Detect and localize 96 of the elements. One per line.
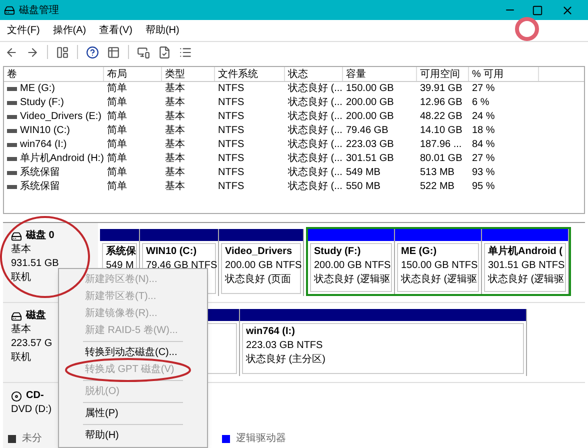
table-cell: 状态良好 (... xyxy=(288,82,342,96)
table-cell: 简单 xyxy=(107,96,127,110)
table-cell: 单片机Android (H:) xyxy=(20,152,104,166)
table-cell: NTFS xyxy=(218,82,244,96)
legend-label: 未分 xyxy=(22,432,42,446)
table-cell: 基本 xyxy=(165,180,185,194)
table-cell: 549 MB xyxy=(346,166,380,180)
window-title: 磁盘管理 xyxy=(19,4,59,18)
table-cell: 513 MB xyxy=(420,166,454,180)
table-cell: 状态良好 (... xyxy=(288,152,342,166)
table-cell: 基本 xyxy=(165,82,185,96)
partition-info: 状态良好 (逻辑驱 xyxy=(488,273,564,286)
table-cell: 简单 xyxy=(107,82,127,96)
partition-info: 状态良好 (逻辑驱 xyxy=(401,273,478,286)
partition-info: 200.00 GB NTFS xyxy=(225,259,302,272)
table-cell: 27 % xyxy=(472,82,495,96)
table-cell: 简单 xyxy=(107,152,127,166)
table-cell: 6 % xyxy=(472,96,490,110)
table-cell: 简单 xyxy=(107,180,127,194)
table-cell: 95 % xyxy=(472,180,495,194)
legend-label: 逻辑驱动器 xyxy=(236,432,286,446)
table-cell: NTFS xyxy=(218,138,244,152)
table-cell: NTFS xyxy=(218,110,244,124)
table-cell: 简单 xyxy=(107,110,127,124)
table-cell: NTFS xyxy=(218,166,244,180)
table-cell: 84 % xyxy=(472,138,495,152)
table-cell: 24 % xyxy=(472,110,495,124)
table-cell: 简单 xyxy=(107,138,127,152)
partition-name: Study (F:) xyxy=(314,245,361,258)
table-cell: 27 % xyxy=(472,152,495,166)
table-cell: 状态良好 (... xyxy=(288,180,342,194)
table-cell: 基本 xyxy=(165,110,185,124)
table-cell: WIN10 (C:) xyxy=(20,124,70,138)
table-cell: 状态良好 (... xyxy=(288,110,342,124)
table-cell: 550 MB xyxy=(346,180,380,194)
table-cell: NTFS xyxy=(218,180,244,194)
table-cell: 基本 xyxy=(165,96,185,110)
table-cell: 187.96 ... xyxy=(420,138,462,152)
partition-name: ME (G:) xyxy=(401,245,437,258)
table-cell: 基本 xyxy=(165,124,185,138)
table-cell: ME (G:) xyxy=(20,82,55,96)
table-cell: 200.00 GB xyxy=(346,96,394,110)
table-cell: 200.00 GB xyxy=(346,110,394,124)
partition-name: WIN10 (C:) xyxy=(146,245,197,258)
table-cell: 基本 xyxy=(165,138,185,152)
disk-name: 磁盘 0 xyxy=(26,229,54,243)
partition-name: Video_Drivers xyxy=(225,245,292,258)
table-cell: 150.00 GB xyxy=(346,82,394,96)
table-cell: 基本 xyxy=(165,152,185,166)
partition-name: win764 (I:) xyxy=(246,325,295,338)
table-cell: 系统保留 xyxy=(20,180,60,194)
table-cell: 14.10 GB xyxy=(420,124,462,138)
table-cell: 93 % xyxy=(472,166,495,180)
partition-info: 状态良好 (主分区) xyxy=(246,353,326,366)
table-cell: 79.46 GB xyxy=(346,124,388,138)
table-cell: 简单 xyxy=(107,166,127,180)
disk-status: 联机 xyxy=(11,351,31,365)
partition-info: 79.46 GB NTFS xyxy=(146,259,218,272)
table-cell: 301.51 GB xyxy=(346,152,394,166)
table-cell: Study (F:) xyxy=(20,96,64,110)
disk-status: 联机 xyxy=(11,271,31,285)
table-cell: 80.01 GB xyxy=(420,152,462,166)
partition-name: 单片机Android ( xyxy=(488,245,562,258)
disk-name: 磁盘 xyxy=(26,309,46,323)
disk-size: 223.57 G xyxy=(11,337,52,351)
table-cell: 状态良好 (... xyxy=(288,96,342,110)
table-cell: NTFS xyxy=(218,96,244,110)
table-cell: 系统保留 xyxy=(20,166,60,180)
table-cell: 39.91 GB xyxy=(420,82,462,96)
disk-name: CD- xyxy=(26,389,44,403)
disk-type: DVD (D:) xyxy=(11,403,52,417)
partition-info: 223.03 GB NTFS xyxy=(246,339,323,352)
partition-info: 301.51 GB NTFS xyxy=(488,259,565,272)
table-cell: 基本 xyxy=(165,166,185,180)
table-cell: Video_Drivers (E:) xyxy=(20,110,102,124)
table-cell: 223.03 GB xyxy=(346,138,394,152)
table-cell: 48.22 GB xyxy=(420,110,462,124)
partition-info: 状态良好 (页面 xyxy=(225,273,292,286)
table-cell: 18 % xyxy=(472,124,495,138)
table-cell: 状态良好 (... xyxy=(288,138,342,152)
table-cell: NTFS xyxy=(218,124,244,138)
table-cell: 状态良好 (... xyxy=(288,124,342,138)
table-cell: NTFS xyxy=(218,152,244,166)
table-cell: 522 MB xyxy=(420,180,454,194)
disk-size: 931.51 GB xyxy=(11,257,59,271)
disk-type: 基本 xyxy=(11,243,31,257)
table-cell: win764 (I:) xyxy=(20,138,67,152)
partition-info: 状态良好 (逻辑驱 xyxy=(314,273,390,286)
table-cell: 状态良好 (... xyxy=(288,166,342,180)
partition-info: 549 M xyxy=(106,259,134,272)
table-cell: 简单 xyxy=(107,124,127,138)
partition-info: 150.00 GB NTFS xyxy=(401,259,478,272)
table-cell: 12.96 GB xyxy=(420,96,462,110)
partition-name: 系统保 xyxy=(106,245,136,258)
partition-info: 200.00 GB NTFS xyxy=(314,259,391,272)
disk-type: 基本 xyxy=(11,323,31,337)
